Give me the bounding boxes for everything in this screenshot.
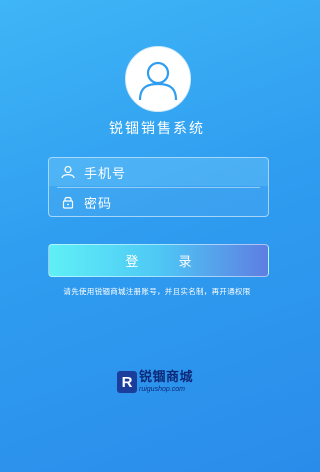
password-placeholder: 密码: [84, 196, 113, 212]
brand-logo: R 锐锢商城 ruigushop.com: [117, 369, 201, 395]
user-avatar-icon: [138, 61, 178, 101]
user-icon: [60, 164, 76, 180]
phone-field[interactable]: 手机号: [49, 158, 268, 186]
avatar: [125, 46, 191, 112]
phone-placeholder: 手机号: [84, 166, 127, 182]
brand-name: 锐锢商城: [139, 370, 194, 385]
login-button[interactable]: 登 录: [48, 244, 269, 277]
lock-icon: [60, 194, 76, 210]
app-title: 锐锢销售系统: [109, 121, 205, 137]
password-field[interactable]: 密码: [49, 188, 268, 216]
brand-domain: ruigushop.com: [139, 386, 185, 393]
register-hint: 请先使用锐锢商城注册账号，并且实名制，再开通权限: [63, 287, 251, 296]
brand-mark: R: [117, 371, 137, 393]
login-form: 手机号 密码: [48, 157, 269, 217]
